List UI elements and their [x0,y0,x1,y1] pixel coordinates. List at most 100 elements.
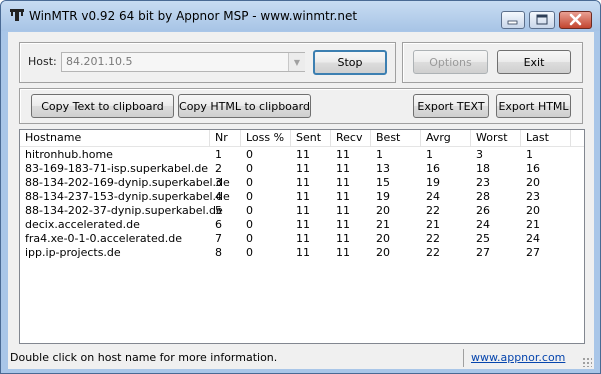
cell-best: 15 [376,176,390,189]
cell-hostname: 88-134-237-153-dynip.superkabel.de [25,190,230,203]
options-button[interactable]: Options [413,50,488,74]
cell-last: 27 [526,246,540,259]
cell-nr: 8 [215,246,222,259]
table-row[interactable]: 88-134-202-169-dynip.superkabel.de 3 0 11 11… [20,176,584,190]
cell-recv: 11 [336,162,350,175]
table-row[interactable]: decix.accelerated.de 6 0 11 11 21 21 24 21 [20,218,584,232]
cell-sent: 11 [296,148,310,161]
host-group: Host: 84.201.10.5 ▼ Stop [19,42,396,83]
cell-best: 20 [376,204,390,217]
cell-worst: 25 [476,232,490,245]
cell-sent: 11 [296,204,310,217]
window-title: WinMTR v0.92 64 bit by Appnor MSP - www.… [29,9,358,23]
cell-worst: 27 [476,246,490,259]
cell-last: 16 [526,162,540,175]
cell-avrg: 22 [426,232,440,245]
maximize-icon [536,14,548,25]
cell-nr: 2 [215,162,222,175]
cell-hostname: fra4.xe-0-1-0.accelerated.de [25,232,182,245]
cell-last: 1 [526,148,533,161]
table-header: Hostname Nr Loss % Sent Recv Best Avrg W… [20,130,584,147]
exit-button[interactable]: Exit [497,50,571,74]
table-row[interactable]: 88-134-237-153-dynip.superkabel.de 4 0 11 11… [20,190,584,204]
close-button[interactable] [559,11,592,29]
table-row[interactable]: fra4.xe-0-1-0.accelerated.de 7 0 11 11 20 22 25… [20,232,584,246]
stop-button[interactable]: Stop [313,50,387,75]
cell-last: 20 [526,204,540,217]
minimize-icon [507,20,518,25]
app-icon [10,9,24,21]
cell-sent: 11 [296,232,310,245]
cell-nr: 3 [215,176,222,189]
cell-hostname: hitronhub.home [25,148,113,161]
cell-avrg: 1 [426,148,433,161]
cell-worst: 23 [476,176,490,189]
column-header-last[interactable]: Last [521,130,571,147]
export-group: Copy Text to clipboard Copy HTML to clip… [19,88,583,124]
cell-worst: 26 [476,204,490,217]
column-header-loss[interactable]: Loss % [241,130,291,147]
host-value: 84.201.10.5 [66,55,133,68]
results-table[interactable]: Hostname Nr Loss % Sent Recv Best Avrg W… [19,129,585,344]
cell-recv: 11 [336,148,350,161]
column-header-best[interactable]: Best [371,130,421,147]
client-area: Host: 84.201.10.5 ▼ Stop Options Exit Co… [8,32,594,369]
cell-recv: 11 [336,232,350,245]
cell-loss: 0 [246,246,253,259]
copy-html-button[interactable]: Copy HTML to clipboard [178,94,311,118]
cell-avrg: 16 [426,162,440,175]
cell-loss: 0 [246,190,253,203]
column-header-avrg[interactable]: Avrg [421,130,471,147]
table-row[interactable]: 88-134-202-37-dynip.superkabel.de 5 0 11 11 2… [20,204,584,218]
table-row[interactable]: 83-169-183-71-isp.superkabel.de 2 0 11 11 13 1… [20,162,584,176]
cell-last: 21 [526,218,540,231]
cell-worst: 3 [476,148,483,161]
column-header-sent[interactable]: Sent [291,130,331,147]
cell-best: 20 [376,232,390,245]
cell-loss: 0 [246,148,253,161]
status-message: Double click on host name for more infor… [10,351,278,364]
cell-best: 1 [376,148,383,161]
cell-nr: 5 [215,204,222,217]
cell-hostname: 83-169-183-71-isp.superkabel.de [25,162,209,175]
cell-loss: 0 [246,162,253,175]
appnor-link[interactable]: www.appnor.com [471,351,565,364]
copy-text-button[interactable]: Copy Text to clipboard [31,94,174,118]
status-bar: Double click on host name for more infor… [8,347,594,369]
cell-recv: 11 [336,176,350,189]
cell-hostname: decix.accelerated.de [25,218,140,231]
cell-last: 23 [526,190,540,203]
cell-loss: 0 [246,218,253,231]
cell-best: 20 [376,246,390,259]
cell-worst: 24 [476,218,490,231]
cell-nr: 1 [215,148,222,161]
resize-grip[interactable] [582,357,592,367]
cell-sent: 11 [296,218,310,231]
cell-loss: 0 [246,176,253,189]
cell-avrg: 24 [426,190,440,203]
cell-loss: 0 [246,204,253,217]
host-dropdown-button[interactable]: ▼ [288,53,305,71]
title-bar[interactable]: WinMTR v0.92 64 bit by Appnor MSP - www.… [1,1,600,31]
table-row[interactable]: hitronhub.home 1 0 11 11 1 1 3 1 [20,148,584,162]
cell-nr: 4 [215,190,222,203]
cell-last: 24 [526,232,540,245]
cell-sent: 11 [296,162,310,175]
column-header-nr[interactable]: Nr [210,130,241,147]
export-text-button[interactable]: Export TEXT [413,94,489,118]
table-row[interactable]: ipp.ip-projects.de 8 0 11 11 20 22 27 27 [20,246,584,260]
cell-worst: 18 [476,162,490,175]
maximize-button[interactable] [529,11,555,29]
cell-hostname: 88-134-202-169-dynip.superkabel.de [25,176,230,189]
cell-avrg: 21 [426,218,440,231]
column-header-worst[interactable]: Worst [471,130,521,147]
cell-sent: 11 [296,190,310,203]
cell-recv: 11 [336,190,350,203]
host-combobox[interactable]: 84.201.10.5 [61,52,305,72]
column-header-hostname[interactable]: Hostname [20,130,210,147]
column-header-recv[interactable]: Recv [331,130,371,147]
export-html-button[interactable]: Export HTML [496,94,571,118]
cell-avrg: 19 [426,176,440,189]
options-group: Options Exit [402,42,583,83]
minimize-button[interactable] [501,11,525,29]
